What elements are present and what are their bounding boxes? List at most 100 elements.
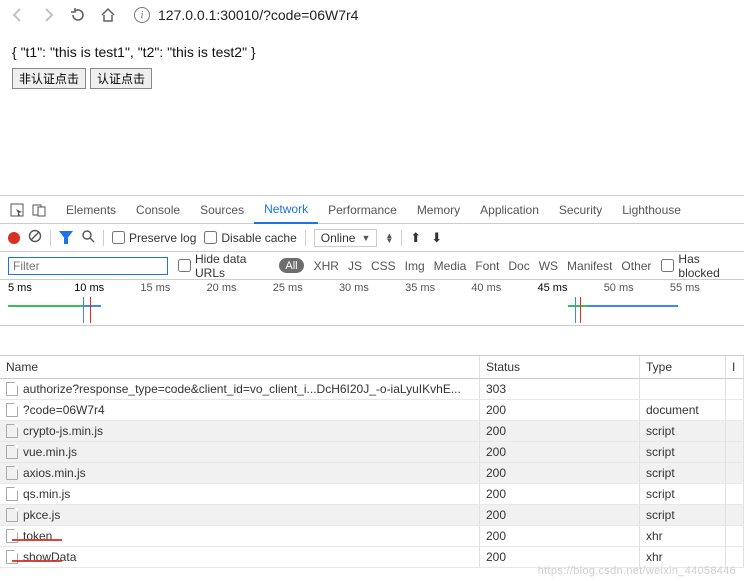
request-name[interactable]: pkce.js xyxy=(0,505,480,526)
tab-elements[interactable]: Elements xyxy=(56,196,126,224)
unauth-button[interactable]: 非认证点击 xyxy=(12,68,86,89)
request-name[interactable]: qs.min.js xyxy=(0,484,480,505)
request-status: 200 xyxy=(480,526,640,547)
request-initiator xyxy=(726,463,744,484)
filter-type-img[interactable]: Img xyxy=(405,259,425,273)
tab-console[interactable]: Console xyxy=(126,196,190,224)
filter-type-css[interactable]: CSS xyxy=(371,259,396,273)
request-initiator xyxy=(726,484,744,505)
tab-application[interactable]: Application xyxy=(470,196,549,224)
url-text: 127.0.0.1:30010/?code=06W7r4 xyxy=(158,7,358,23)
file-icon xyxy=(6,508,18,522)
col-type[interactable]: Type xyxy=(640,356,726,379)
request-type xyxy=(640,379,726,400)
file-icon xyxy=(6,382,18,396)
address-bar[interactable]: i 127.0.0.1:30010/?code=06W7r4 xyxy=(134,7,358,23)
reload-icon[interactable] xyxy=(70,7,86,23)
filter-bar: Hide data URLs All XHR JS CSS Img Media Font D… xyxy=(0,252,744,280)
request-name[interactable]: axios.min.js xyxy=(0,463,480,484)
browser-nav: i 127.0.0.1:30010/?code=06W7r4 xyxy=(0,0,744,30)
request-type: script xyxy=(640,484,726,505)
request-status: 200 xyxy=(480,421,640,442)
request-type: script xyxy=(640,421,726,442)
tab-lighthouse[interactable]: Lighthouse xyxy=(612,196,691,224)
file-icon xyxy=(6,424,18,438)
annotation-mark xyxy=(12,539,62,541)
device-icon[interactable] xyxy=(28,199,50,221)
request-type: script xyxy=(640,442,726,463)
request-initiator xyxy=(726,400,744,421)
request-name[interactable]: crypto-js.min.js xyxy=(0,421,480,442)
network-toolbar: Preserve log Disable cache Online▼ ▲▼ ⬆ … xyxy=(0,224,744,252)
filter-input[interactable] xyxy=(8,257,168,275)
request-initiator xyxy=(726,442,744,463)
tab-security[interactable]: Security xyxy=(549,196,612,224)
annotation-mark xyxy=(12,560,62,562)
request-name[interactable]: authorize?response_type=code&client_id=v… xyxy=(0,379,480,400)
request-name[interactable]: showData xyxy=(0,547,480,568)
has-blocked-cookies[interactable]: Has blocked xyxy=(661,252,736,280)
file-icon xyxy=(6,487,18,501)
request-status: 200 xyxy=(480,400,640,421)
search-icon[interactable] xyxy=(81,229,95,246)
filter-type-manifest[interactable]: Manifest xyxy=(567,259,612,273)
request-type: script xyxy=(640,505,726,526)
request-status: 200 xyxy=(480,463,640,484)
throttle-reorder[interactable]: ▲▼ xyxy=(385,233,393,243)
timeline[interactable]: 5 ms10 ms15 ms20 ms25 ms30 ms35 ms40 ms4… xyxy=(0,280,744,326)
request-initiator xyxy=(726,379,744,400)
tab-memory[interactable]: Memory xyxy=(407,196,470,224)
request-status: 200 xyxy=(480,505,640,526)
devtools-tabs: Elements Console Sources Network Perform… xyxy=(0,196,744,224)
file-icon xyxy=(6,466,18,480)
filter-type-xhr[interactable]: XHR xyxy=(314,259,339,273)
request-initiator xyxy=(726,547,744,568)
page-json-text: { "t1": "this is test1", "t2": "this is … xyxy=(12,44,732,60)
tab-sources[interactable]: Sources xyxy=(190,196,254,224)
home-icon[interactable] xyxy=(100,7,116,23)
request-initiator xyxy=(726,421,744,442)
devtools: Elements Console Sources Network Perform… xyxy=(0,195,744,568)
forward-icon[interactable] xyxy=(40,7,56,23)
col-name[interactable]: Name xyxy=(0,356,480,379)
back-icon[interactable] xyxy=(10,7,26,23)
request-name[interactable]: vue.min.js xyxy=(0,442,480,463)
request-type: script xyxy=(640,463,726,484)
request-name[interactable]: token xyxy=(0,526,480,547)
filter-icon[interactable] xyxy=(59,231,73,245)
col-initiator[interactable]: I xyxy=(726,356,744,379)
file-icon xyxy=(6,403,18,417)
hide-data-urls[interactable]: Hide data URLs xyxy=(178,252,269,280)
filter-type-media[interactable]: Media xyxy=(434,259,467,273)
col-status[interactable]: Status xyxy=(480,356,640,379)
request-initiator xyxy=(726,505,744,526)
filter-all[interactable]: All xyxy=(279,258,303,273)
request-type: xhr xyxy=(640,526,726,547)
site-info-icon[interactable]: i xyxy=(134,7,150,23)
tab-performance[interactable]: Performance xyxy=(318,196,407,224)
disable-cache-checkbox[interactable]: Disable cache xyxy=(204,231,296,245)
clear-button[interactable] xyxy=(28,229,42,246)
inspect-icon[interactable] xyxy=(6,199,28,221)
page-content: { "t1": "this is test1", "t2": "this is … xyxy=(0,30,744,105)
request-type: document xyxy=(640,400,726,421)
export-har-icon[interactable]: ⬇ xyxy=(431,230,442,246)
preserve-log-checkbox[interactable]: Preserve log xyxy=(112,231,196,245)
auth-button[interactable]: 认证点击 xyxy=(90,68,152,89)
request-status: 200 xyxy=(480,442,640,463)
request-status: 200 xyxy=(480,484,640,505)
request-initiator xyxy=(726,526,744,547)
request-status: 303 xyxy=(480,379,640,400)
request-name[interactable]: ?code=06W7r4 xyxy=(0,400,480,421)
filter-type-doc[interactable]: Doc xyxy=(508,259,529,273)
request-type: xhr xyxy=(640,547,726,568)
throttle-select[interactable]: Online▼ xyxy=(314,229,378,247)
filter-type-js[interactable]: JS xyxy=(348,259,362,273)
filter-type-other[interactable]: Other xyxy=(621,259,651,273)
file-icon xyxy=(6,445,18,459)
filter-type-ws[interactable]: WS xyxy=(539,259,558,273)
filter-type-font[interactable]: Font xyxy=(475,259,499,273)
record-button[interactable] xyxy=(8,232,20,244)
tab-network[interactable]: Network xyxy=(254,196,318,224)
import-har-icon[interactable]: ⬆ xyxy=(410,230,421,246)
